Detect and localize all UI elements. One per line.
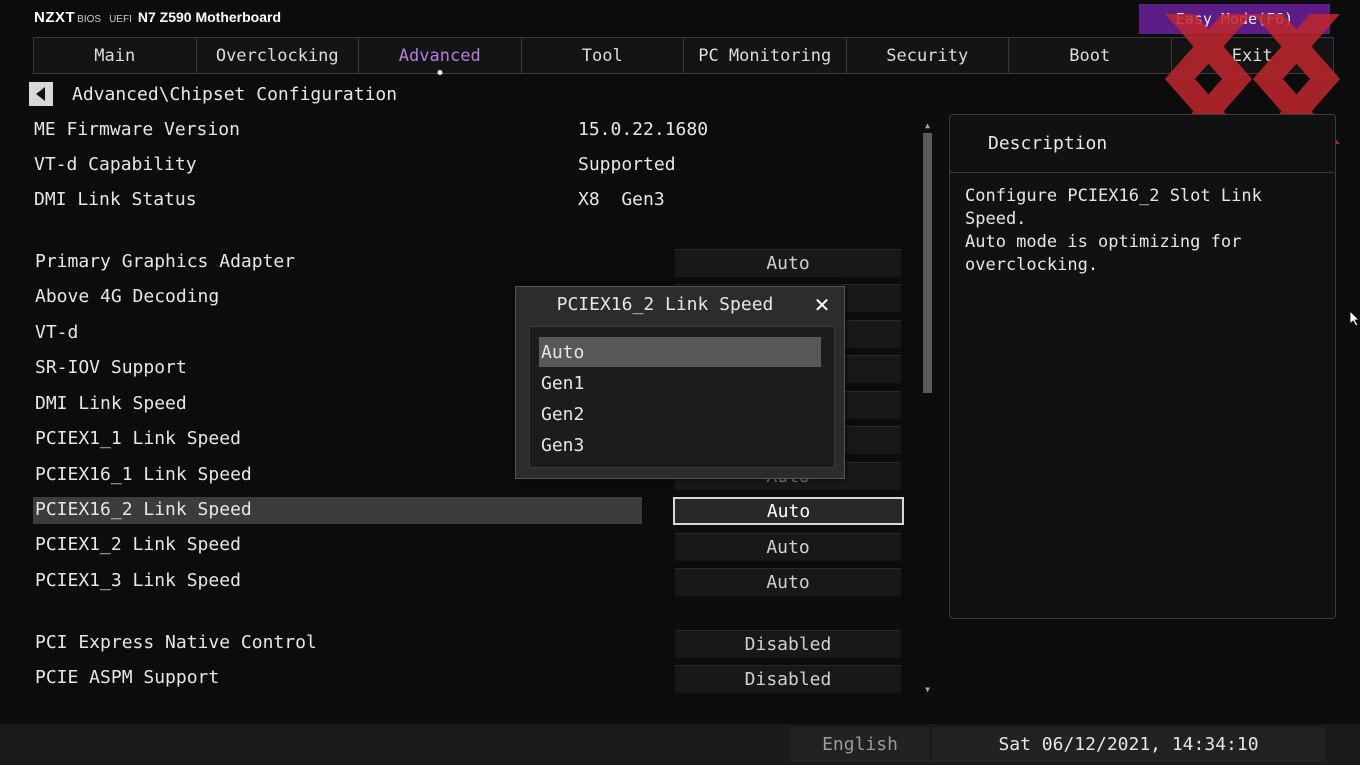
setting-label-above-4g[interactable]: Above 4G Decoding (35, 286, 219, 307)
back-button[interactable] (29, 82, 53, 106)
info-value-dmi-link-status: X8 Gen3 (578, 189, 665, 210)
setting-value-primary-graphics[interactable]: Auto (675, 249, 901, 277)
scroll-up-icon[interactable]: ▲ (922, 121, 933, 131)
setting-label-pciex1-2[interactable]: PCIEX1_2 Link Speed (35, 534, 241, 555)
brand-header: NZXT BIOS UEFI N7 Z590 Motherboard (34, 9, 281, 26)
setting-label-pciex16-2[interactable]: PCIEX16_2 Link Speed (35, 499, 252, 520)
tab-main[interactable]: Main (34, 38, 197, 73)
tab-pc-monitoring[interactable]: PC Monitoring (684, 38, 847, 73)
info-label-vtd-capability: VT-d Capability (34, 154, 197, 175)
scrollbar-thumb[interactable] (923, 133, 932, 393)
language-selector[interactable]: English (790, 727, 930, 762)
setting-label-pciex1-1[interactable]: PCIEX1_1 Link Speed (35, 428, 241, 449)
nzxt-logo: NZXT (34, 9, 76, 26)
tab-overclocking[interactable]: Overclocking (197, 38, 359, 73)
info-label-dmi-link-status: DMI Link Status (34, 189, 197, 210)
setting-label-pci-native-control[interactable]: PCI Express Native Control (35, 632, 317, 653)
model-name: N7 Z590 Motherboard (137, 9, 281, 25)
tab-tool[interactable]: Tool (522, 38, 684, 73)
bios-label: BIOS (77, 14, 102, 25)
info-label-me-firmware: ME Firmware Version (34, 119, 240, 140)
setting-value-pciex16-2[interactable]: Auto (673, 497, 904, 525)
setting-label-pcie-aspm[interactable]: PCIE ASPM Support (35, 667, 219, 688)
tab-boot[interactable]: Boot (1009, 38, 1172, 73)
popup-option-auto[interactable]: Auto (539, 337, 821, 367)
setting-value-pci-native-control[interactable]: Disabled (675, 630, 901, 658)
breadcrumb: Advanced\Chipset Configuration (72, 84, 398, 105)
popup-option-gen2[interactable]: Gen2 (539, 399, 821, 429)
info-value-vtd-capability: Supported (578, 154, 676, 175)
uefi-label: UEFI (109, 14, 132, 25)
back-arrow-icon (36, 87, 45, 101)
setting-value-pciex1-2[interactable]: Auto (675, 533, 901, 561)
description-title: Description (988, 133, 1108, 154)
info-value-me-firmware: 15.0.22.1680 (578, 119, 709, 140)
scroll-down-icon[interactable]: ▼ (922, 685, 933, 695)
close-icon[interactable]: ✕ (811, 293, 833, 317)
setting-label-primary-graphics[interactable]: Primary Graphics Adapter (35, 251, 295, 272)
tab-advanced[interactable]: Advanced (359, 38, 522, 73)
setting-label-sriov[interactable]: SR-IOV Support (35, 357, 187, 378)
setting-label-pciex16-1[interactable]: PCIEX16_1 Link Speed (35, 464, 252, 485)
setting-label-dmi-link-speed[interactable]: DMI Link Speed (35, 393, 187, 414)
setting-label-vtd[interactable]: VT-d (35, 322, 78, 343)
popup-option-gen1[interactable]: Gen1 (539, 368, 821, 398)
tab-security[interactable]: Security (847, 38, 1009, 73)
date-time-display[interactable]: Sat 06/12/2021, 14:34:10 (932, 727, 1325, 762)
setting-label-pciex1-3[interactable]: PCIEX1_3 Link Speed (35, 570, 241, 591)
setting-value-pciex1-3[interactable]: Auto (675, 568, 901, 596)
mouse-cursor-icon (1350, 311, 1360, 327)
popup-option-gen3[interactable]: Gen3 (539, 430, 821, 460)
description-text: Configure PCIEX16_2 Slot Link Speed. Aut… (965, 186, 1262, 275)
popup-title: PCIEX16_2 Link Speed (556, 294, 774, 315)
setting-value-pcie-aspm[interactable]: Disabled (675, 665, 901, 693)
main-tabs: Main Overclocking Advanced Tool PC Monit… (33, 37, 1334, 74)
